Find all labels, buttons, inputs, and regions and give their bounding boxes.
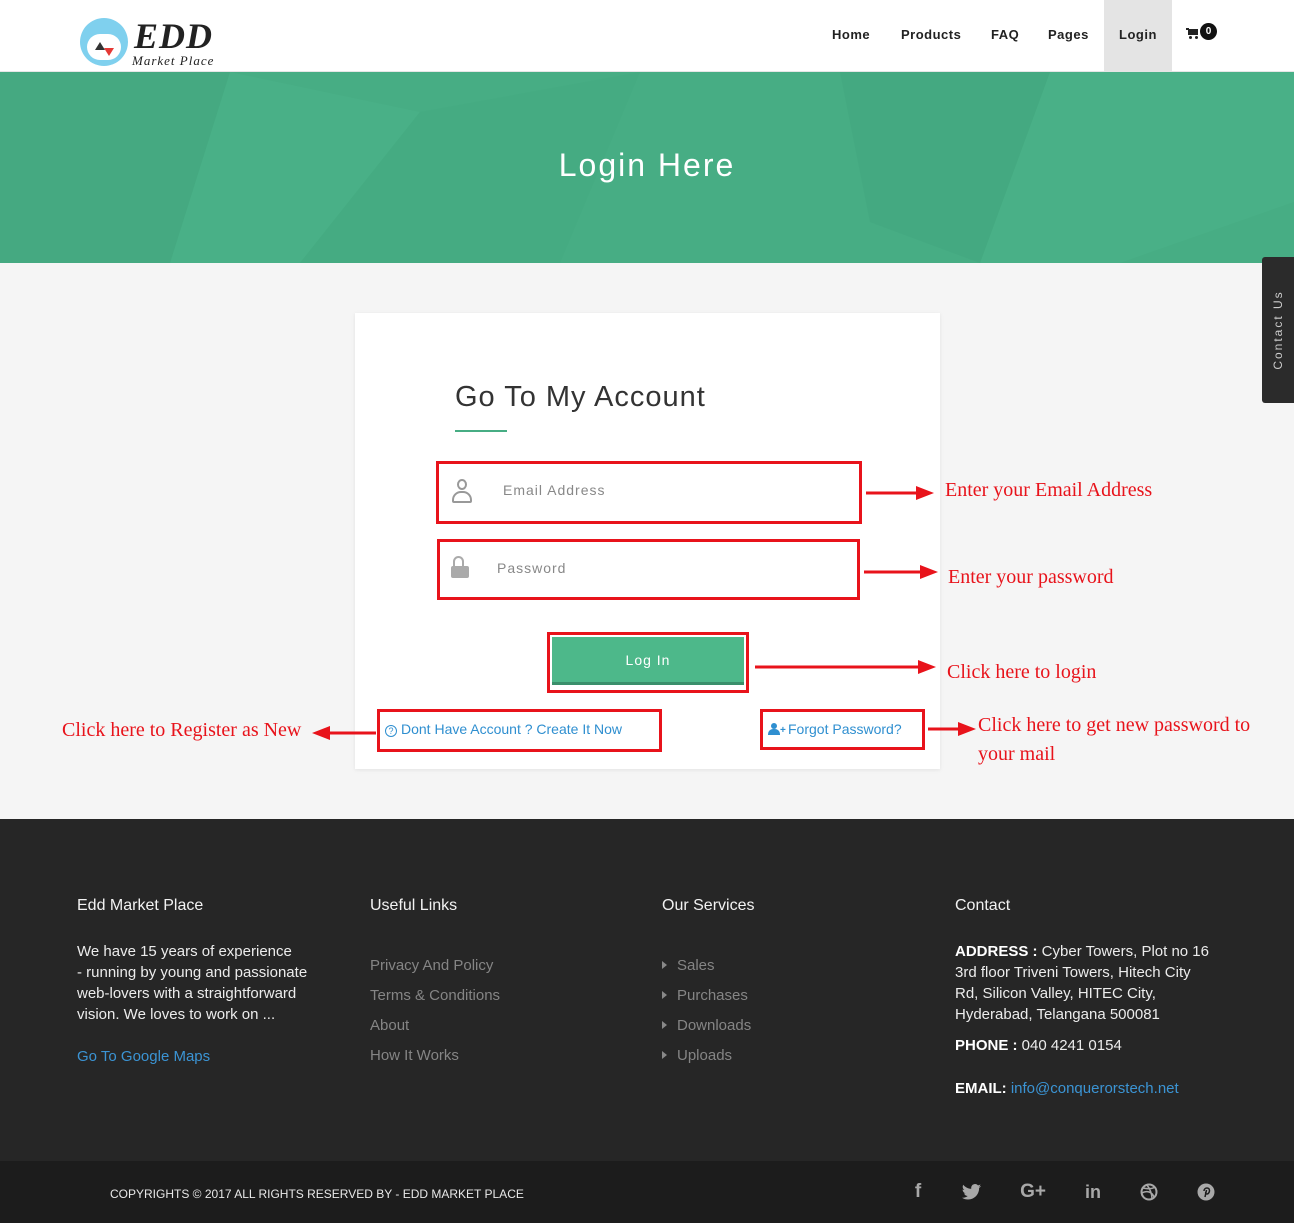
caret-right-icon xyxy=(662,991,667,999)
user-plus-icon: + xyxy=(768,723,786,736)
site-logo[interactable]: EDD Market Place xyxy=(80,12,230,68)
site-footer: Edd Market Place We have 15 years of exp… xyxy=(0,819,1294,1161)
footer-service-downloads[interactable]: Downloads xyxy=(662,1017,751,1034)
footer-about-text: We have 15 years of experience - running… xyxy=(77,943,308,1023)
footer-about-heading: Edd Market Place xyxy=(77,897,204,914)
caret-right-icon xyxy=(662,1021,667,1029)
password-placeholder: Password xyxy=(497,560,567,576)
forgot-annotation-line1: Click here to get new password to xyxy=(978,714,1251,736)
cart-count-badge: 0 xyxy=(1200,23,1217,40)
login-card: Go To My Account xyxy=(355,313,940,769)
footer-links-heading: Useful Links xyxy=(370,897,458,914)
twitter-icon[interactable] xyxy=(957,1181,987,1207)
register-link[interactable]: ? Dont Have Account ? Create It Now xyxy=(381,713,658,747)
footer-link-terms[interactable]: Terms & Conditions xyxy=(370,987,500,1004)
register-annotation: Click here to Register as New xyxy=(62,719,302,741)
copyright-bar: COPYRIGHTS © 2017 ALL RIGHTS RESERVED BY… xyxy=(0,1161,1294,1223)
copyright-text: COPYRIGHTS © 2017 ALL RIGHTS RESERVED BY… xyxy=(110,1187,524,1201)
linkedin-icon[interactable]: in xyxy=(1078,1181,1108,1203)
google-plus-icon[interactable]: G+ xyxy=(1018,1181,1048,1203)
forgot-password-link[interactable]: + Forgot Password? xyxy=(764,713,921,747)
logo-tagline: Market Place xyxy=(132,53,215,68)
contact-us-tab[interactable]: Contact Us xyxy=(1262,257,1294,403)
login-annotation: Click here to login xyxy=(947,661,1097,683)
footer-service-purchases[interactable]: Purchases xyxy=(662,987,748,1004)
footer-email-link[interactable]: info@conquerorstech.net xyxy=(1007,1080,1179,1097)
footer-email: EMAIL: info@conquerorstech.net xyxy=(955,1080,1179,1097)
facebook-icon[interactable]: f xyxy=(903,1181,933,1203)
page-title: Login Here xyxy=(558,147,736,183)
user-icon xyxy=(452,479,472,503)
email-field[interactable]: Email Address xyxy=(440,465,857,515)
caret-right-icon xyxy=(662,1051,667,1059)
lock-icon xyxy=(451,556,469,578)
footer-phone: PHONE : 040 4241 0154 xyxy=(955,1037,1122,1054)
footer-contact-heading: Contact xyxy=(955,897,1011,914)
password-field[interactable]: Password xyxy=(441,543,855,593)
title-underline xyxy=(455,430,507,432)
footer-link-how-it-works[interactable]: How It Works xyxy=(370,1047,459,1064)
dribbble-icon[interactable] xyxy=(1134,1181,1164,1207)
caret-right-icon xyxy=(662,961,667,969)
nav-login[interactable]: Login xyxy=(1104,0,1172,72)
nav-home[interactable]: Home xyxy=(832,0,870,72)
site-header: EDD Market Place Home Products FAQ Pages… xyxy=(0,0,1294,72)
register-link-label: Dont Have Account ? Create It Now xyxy=(401,721,622,737)
google-maps-link[interactable]: Go To Google Maps xyxy=(77,1048,210,1065)
forgot-link-label: Forgot Password? xyxy=(788,721,902,737)
password-annotation: Enter your password xyxy=(948,566,1114,588)
forgot-annotation-line2: your mail xyxy=(978,743,1056,765)
nav-pages[interactable]: Pages xyxy=(1048,0,1089,72)
footer-link-privacy[interactable]: Privacy And Policy xyxy=(370,957,493,974)
footer-link-about[interactable]: About xyxy=(370,1017,409,1034)
nav-products[interactable]: Products xyxy=(901,0,961,72)
question-circle-icon: ? xyxy=(385,725,397,737)
footer-address: ADDRESS : Cyber Towers, Plot no 16 3rd f… xyxy=(955,943,1209,1023)
email-placeholder: Email Address xyxy=(503,482,606,498)
cloud-logo-icon xyxy=(80,18,128,66)
contact-us-label: Contact Us xyxy=(1271,290,1285,370)
footer-service-uploads[interactable]: Uploads xyxy=(662,1047,732,1064)
cart-icon[interactable] xyxy=(1186,28,1200,40)
pinterest-icon[interactable] xyxy=(1191,1181,1221,1207)
footer-services-heading: Our Services xyxy=(662,897,755,914)
page-banner: Login Here xyxy=(0,72,1294,263)
nav-faq[interactable]: FAQ xyxy=(991,0,1019,72)
email-annotation: Enter your Email Address xyxy=(945,479,1153,501)
footer-service-sales[interactable]: Sales xyxy=(662,957,715,974)
logo-title: EDD xyxy=(134,16,214,56)
login-button[interactable]: Log In xyxy=(552,637,744,685)
form-title: Go To My Account xyxy=(455,381,706,413)
